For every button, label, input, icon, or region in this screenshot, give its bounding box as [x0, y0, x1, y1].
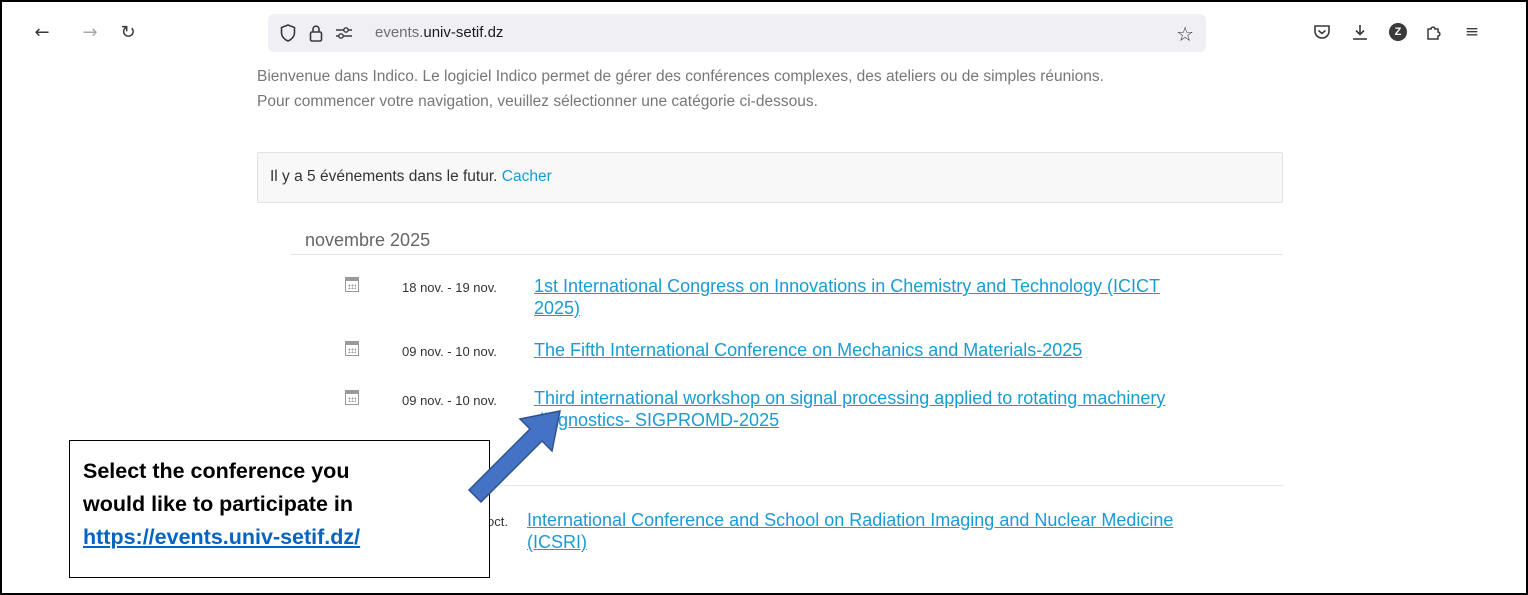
event-title-link[interactable]: International Conference and School on R…: [527, 509, 1173, 553]
account-letter: Z: [1389, 23, 1407, 41]
callout-line-2: would like to participate in: [83, 492, 353, 516]
event-title-line: 2025): [534, 298, 581, 318]
hide-link[interactable]: Cacher: [502, 168, 552, 185]
account-avatar-icon[interactable]: Z: [1386, 20, 1410, 44]
calendar-icon: [345, 390, 359, 405]
extensions-icon[interactable]: [1422, 20, 1446, 44]
arrow-left-icon[interactable]: ←: [30, 20, 54, 44]
event-date: oct.: [487, 514, 508, 529]
site-permissions-icon[interactable]: [334, 23, 354, 43]
event-title-link[interactable]: 1st International Congress on Innovation…: [534, 275, 1160, 319]
reload-icon[interactable]: ↻: [116, 20, 140, 44]
address-bar[interactable]: events.univ-setif.dz ☆: [268, 14, 1206, 52]
event-title-link[interactable]: The Fifth International Conference on Me…: [534, 339, 1082, 361]
month-heading: novembre 2025: [305, 230, 431, 250]
callout-line-1: Select the conference you: [83, 459, 350, 483]
intro-line-2: Pour commencer votre navigation, veuille…: [257, 93, 818, 110]
event-title-line: The Fifth International Conference on Me…: [534, 340, 1083, 360]
event-title-line: International Conference and School on R…: [527, 510, 1174, 530]
event-date: 09 nov. - 10 nov.: [402, 393, 497, 408]
event-date: 18 nov. - 19 nov.: [402, 280, 497, 295]
annotation-callout: Select the conference you would like to …: [69, 440, 490, 578]
pocket-icon[interactable]: [1310, 20, 1334, 44]
url-text[interactable]: events.univ-setif.dz: [375, 24, 503, 41]
upcoming-events-notice: Il y a 5 événements dans le futur. Cache…: [257, 152, 1283, 203]
intro-text: Bienvenue dans Indico. Le logiciel Indic…: [257, 64, 1104, 114]
url-prefix: events.: [375, 24, 424, 41]
event-title-line: diagnostics- SIGPROMD-2025: [534, 410, 780, 430]
star-icon[interactable]: ☆: [1176, 22, 1194, 46]
month-divider: [290, 254, 1283, 255]
event-title-link[interactable]: Third international workshop on signal p…: [534, 387, 1165, 431]
event-date: 09 nov. - 10 nov.: [402, 344, 497, 359]
event-title-line: 1st International Congress on Innovation…: [534, 276, 1160, 296]
intro-line-1: Bienvenue dans Indico. Le logiciel Indic…: [257, 68, 1104, 85]
hamburger-menu-icon[interactable]: ≡: [1460, 20, 1484, 44]
event-title-line: Third international workshop on signal p…: [534, 388, 1166, 408]
browser-toolbar: ← → ↻ events.univ-setif.dz ☆ Z ≡: [2, 2, 1526, 60]
url-domain: univ-setif.dz: [423, 24, 504, 41]
lock-icon[interactable]: [306, 23, 326, 43]
event-title-line: (ICSRI): [527, 532, 587, 552]
shield-icon[interactable]: [278, 23, 298, 43]
calendar-icon: [345, 277, 359, 292]
calendar-icon: [345, 341, 359, 356]
arrow-right-icon[interactable]: →: [78, 20, 102, 44]
download-icon[interactable]: [1348, 20, 1372, 44]
notice-text: Il y a 5 événements dans le futur.: [270, 168, 502, 185]
callout-link[interactable]: https://events.univ-setif.dz/: [83, 525, 360, 549]
